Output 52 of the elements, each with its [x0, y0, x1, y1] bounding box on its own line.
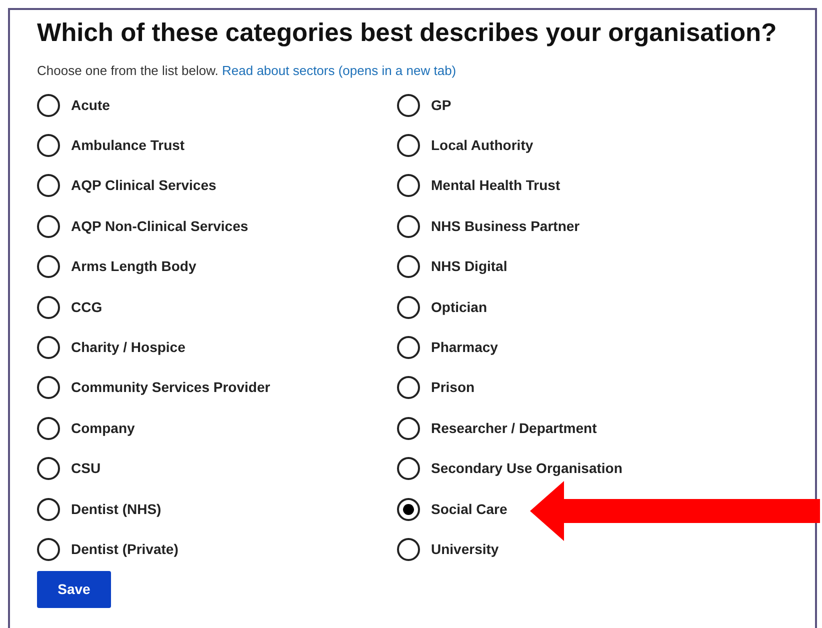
option-label[interactable]: Ambulance Trust	[71, 134, 185, 156]
radio-button[interactable]	[37, 255, 60, 278]
radio-button[interactable]	[37, 416, 60, 440]
option-label[interactable]: NHS Digital	[431, 256, 508, 278]
option-label[interactable]: Secondary Use Organisation	[431, 458, 622, 480]
radio-button[interactable]	[397, 498, 420, 520]
option-label[interactable]: AQP Non-Clinical Services	[71, 216, 248, 237]
radio-button[interactable]	[397, 94, 420, 117]
option-label[interactable]: Acute	[71, 94, 110, 116]
option-label[interactable]: Mental Health Trust	[431, 175, 560, 196]
radio-button[interactable]	[397, 214, 420, 238]
radio-button[interactable]	[397, 416, 420, 440]
radio-button[interactable]	[397, 336, 420, 359]
radio-button[interactable]	[397, 174, 420, 198]
hint-text: Choose one from the list below. Read about sectors (opens in a new tab)	[37, 62, 458, 80]
radio-button[interactable]	[37, 134, 60, 157]
option-label[interactable]: Optician	[431, 296, 488, 318]
sectors-link[interactable]: Read about sectors (opens in a new tab)	[222, 62, 456, 78]
option-label[interactable]: Dentist (Private)	[71, 538, 178, 560]
radio-button[interactable]	[397, 376, 420, 400]
option-label[interactable]: GP	[431, 94, 452, 116]
option-label[interactable]: Company	[71, 418, 135, 439]
radio-button[interactable]	[37, 498, 60, 520]
radio-button[interactable]	[37, 296, 60, 319]
radio-button[interactable]	[37, 174, 60, 198]
radio-button[interactable]	[37, 538, 60, 561]
option-label[interactable]: Charity / Hospice	[71, 336, 186, 358]
option-label[interactable]: Social Care	[431, 498, 508, 520]
option-label[interactable]: Arms Length Body	[71, 256, 196, 278]
option-label[interactable]: Dentist (NHS)	[71, 498, 162, 520]
option-label[interactable]: Prison	[431, 377, 475, 398]
radio-button[interactable]	[37, 376, 60, 400]
radio-button[interactable]	[37, 94, 60, 117]
option-label[interactable]: University	[431, 538, 499, 560]
save-button[interactable]: Save	[37, 570, 111, 608]
radio-button[interactable]	[397, 255, 420, 278]
radio-button[interactable]	[397, 457, 420, 480]
option-label[interactable]: Local Authority	[431, 134, 534, 156]
radio-button[interactable]	[397, 296, 420, 319]
option-label[interactable]: Community Services Provider	[71, 377, 270, 398]
page-heading: Which of these categories best describes your organisation?	[37, 18, 778, 49]
option-label[interactable]: CSU	[71, 458, 101, 480]
radio-button[interactable]	[37, 336, 60, 359]
option-label[interactable]: Pharmacy	[431, 336, 498, 358]
option-label[interactable]: CCG	[71, 296, 102, 318]
radio-button[interactable]	[37, 214, 60, 238]
option-label[interactable]: Researcher / Department	[431, 418, 597, 439]
radio-button[interactable]	[37, 457, 60, 480]
radio-button[interactable]	[397, 134, 420, 157]
radio-button[interactable]	[397, 538, 420, 561]
option-label[interactable]: AQP Clinical Services	[71, 175, 216, 196]
option-label[interactable]: NHS Business Partner	[431, 216, 580, 237]
